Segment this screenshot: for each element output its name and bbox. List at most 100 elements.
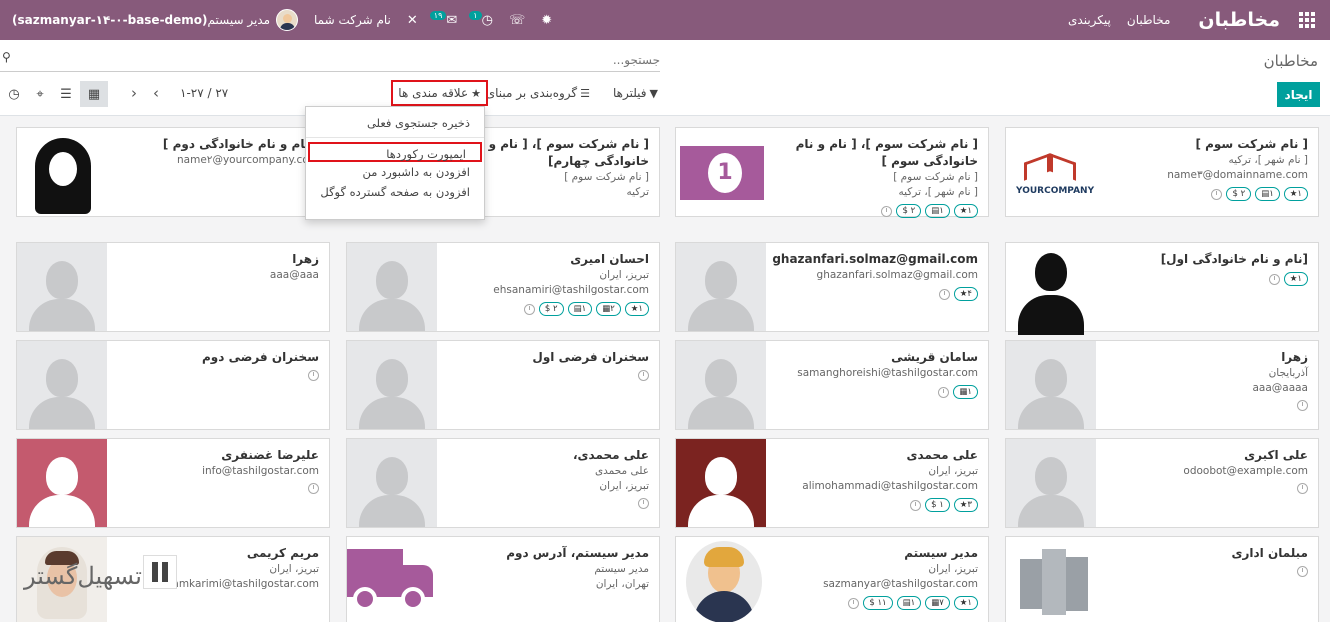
truck-image [347, 537, 437, 622]
pager-next-icon[interactable]: › [131, 84, 137, 102]
events-tag[interactable]: ۲▦ [596, 302, 621, 316]
activity-view-icon[interactable]: ◷ [0, 81, 28, 107]
avatar-placeholder [1006, 341, 1096, 429]
avatar-placeholder [17, 439, 107, 527]
sales-tag[interactable]: ۱۱ $ [863, 596, 893, 610]
add-to-dashboard[interactable]: افزودن به داشبورد من [306, 162, 484, 182]
invoices-tag[interactable]: ۱▤ [567, 302, 593, 316]
activity-clock-icon[interactable] [1297, 483, 1308, 494]
sales-tag[interactable]: ۱ $ [925, 498, 950, 512]
activity-clock-icon[interactable] [308, 370, 319, 381]
contact-line: [ نام شهر ]، ترکیه [898, 186, 979, 198]
list-icon: ☰ [580, 86, 590, 100]
contact-card[interactable]: زهرا آذربایجان aaa@aaaa [1005, 340, 1319, 430]
contact-card[interactable]: YOURCOMPANY [ نام شرکت سوم ] [ نام شهر ]… [1005, 127, 1319, 217]
database-name: (sazmanyar-۱۴-۰-base-demo) [12, 13, 208, 27]
contact-card[interactable]: مدیر سیستم، آدرس دوم مدیر سیستم تهران، ا… [346, 536, 660, 622]
contact-card[interactable]: سامان قریشی samanghoreishi@tashilgostar.… [675, 340, 989, 430]
meetings-tag[interactable]: ۴★ [953, 287, 978, 301]
groupby-label: گروه‌بندی بر مبنای [485, 86, 578, 100]
activity-icon[interactable]: ◷ ۱ [465, 0, 501, 40]
admin-avatar [676, 537, 766, 622]
meetings-tag[interactable]: ۱★ [1283, 272, 1308, 286]
activity-clock-icon[interactable] [910, 499, 922, 511]
import-records[interactable]: ایمپورت رکوردها [308, 142, 482, 162]
groupby-button[interactable]: ☰ گروه‌بندی بر مبنای [486, 82, 590, 104]
search-icon[interactable]: ⚲ [2, 50, 11, 64]
contact-card[interactable]: علیرضا غضنفری info@tashilgostar.com [16, 438, 330, 528]
contact-card[interactable]: [نام و نام خانوادگی اول] ۱★ [1005, 242, 1319, 335]
close-tools-icon[interactable]: ✕ [399, 0, 426, 40]
sales-tag[interactable]: ۲ $ [1226, 187, 1252, 201]
menu-configuration[interactable]: پیکربندی [1068, 13, 1111, 27]
contact-card[interactable]: سخنران فرضی اول [346, 340, 660, 430]
activity-clock-icon[interactable] [1297, 400, 1308, 411]
kanban-view-icon[interactable]: ▦ [80, 81, 108, 107]
activity-clock-icon[interactable] [848, 597, 860, 609]
activity-clock-icon[interactable] [1268, 273, 1280, 285]
invoices-tag[interactable]: ۱▤ [896, 596, 922, 610]
meetings-tag[interactable]: ۳★ [953, 498, 978, 512]
dropdown-divider [306, 137, 484, 138]
list-view-icon[interactable]: ☰ [52, 81, 80, 107]
create-button[interactable]: ایجاد [1277, 82, 1320, 107]
activity-clock-icon[interactable] [881, 205, 893, 217]
meetings-tag[interactable]: ۱★ [624, 302, 649, 316]
pager-prev-icon[interactable]: ‹ [153, 84, 159, 102]
favorites-label: علاقه مندی ها [398, 86, 469, 100]
favorites-button[interactable]: ★ علاقه مندی ها [391, 80, 488, 106]
company-logo: YOURCOMPANY [1006, 128, 1096, 216]
contact-email: aaa@aaa [269, 269, 319, 281]
user-menu[interactable]: مدیر سیستم (sazmanyar-۱۴-۰-base-demo) [0, 0, 306, 40]
activity-clock-icon[interactable] [1211, 188, 1223, 200]
events-tag[interactable]: ۷▦ [925, 596, 950, 610]
activity-clock-icon[interactable] [638, 498, 649, 509]
activity-clock-icon[interactable] [638, 370, 649, 381]
contact-email: ghazanfari.solmaz@gmail.com [816, 269, 978, 281]
meetings-tag[interactable]: ۱★ [953, 204, 978, 218]
discuss-icon[interactable]: ✉ ۱۹ [426, 0, 466, 40]
contact-card[interactable]: علی محمدی تبریز، ایران alimohammadi@tash… [675, 438, 989, 528]
meetings-tag[interactable]: ۱★ [1283, 187, 1308, 201]
user-name: مدیر سیستم [207, 13, 271, 27]
contact-card[interactable]: زهرا aaa@aaa [16, 242, 330, 332]
contact-card[interactable]: ghazanfari.solmaz@gmail.com ghazanfari.s… [675, 242, 989, 332]
contact-card[interactable]: [ نام و نام خانوادگی دوم ] name۲@yourcom… [16, 127, 330, 217]
pager-value[interactable]: ۱-۲۷ / ۲۷ [180, 86, 228, 100]
sales-tag[interactable]: ۲ $ [538, 302, 564, 316]
invoices-tag[interactable]: ۱▤ [1255, 187, 1280, 201]
contact-card[interactable]: سخنران فرضی دوم [16, 340, 330, 430]
contact-card[interactable]: علی اکبری odoobot@example.com [1005, 438, 1319, 528]
contact-card[interactable]: 1 [ نام شرکت سوم ]، [ نام و نام خانوادگی… [675, 127, 989, 218]
filters-label: فیلترها [612, 86, 647, 100]
activity-clock-icon[interactable] [308, 483, 319, 494]
activity-clock-icon[interactable] [523, 303, 535, 315]
apps-menu-icon[interactable] [1292, 0, 1322, 40]
contact-line: آذربایجان [1268, 367, 1308, 379]
phone-icon[interactable]: ☏ [501, 0, 533, 40]
map-view-icon[interactable]: ⌖ [26, 81, 54, 107]
company-switcher[interactable]: نام شرکت شما [306, 0, 399, 40]
save-current-search[interactable]: ذخیره جستجوی فعلی [306, 113, 484, 133]
activity-clock-icon[interactable] [1297, 566, 1308, 577]
contact-card[interactable]: احسان امیری تبریز، ایران ehsanamiri@tash… [346, 242, 660, 332]
contact-card[interactable]: مدیر سیستم تبریز، ایران sazmanyar@tashil… [675, 536, 989, 622]
events-tag[interactable]: ۱▦ [953, 385, 978, 399]
contact-card[interactable]: مبلمان اداری [1005, 536, 1319, 622]
filters-button[interactable]: ▼ فیلترها [613, 82, 658, 104]
add-to-google-spreadsheet[interactable]: افزودن به صفحه گسترده گوگل [306, 182, 484, 202]
activity-clock-icon[interactable] [938, 288, 950, 300]
contact-name: علیرضا غضنفری [221, 448, 319, 462]
invoices-tag[interactable]: ۱▤ [925, 204, 950, 218]
avatar-placeholder [347, 243, 437, 331]
debug-icon[interactable]: ✹ [533, 0, 560, 40]
sales-tag[interactable]: ۲ $ [896, 204, 922, 218]
contact-line: تبریز، ایران [928, 465, 978, 477]
search-input[interactable] [20, 50, 660, 70]
activity-clock-icon[interactable] [938, 386, 950, 398]
contact-card[interactable]: علی محمدی، علی محمدی تبریز، ایران [346, 438, 660, 528]
search-bar: ⚲ [0, 50, 660, 72]
meetings-tag[interactable]: ۱★ [953, 596, 978, 610]
app-brand[interactable]: مخاطبان [1198, 9, 1280, 31]
menu-contacts[interactable]: مخاطبان [1127, 13, 1170, 27]
